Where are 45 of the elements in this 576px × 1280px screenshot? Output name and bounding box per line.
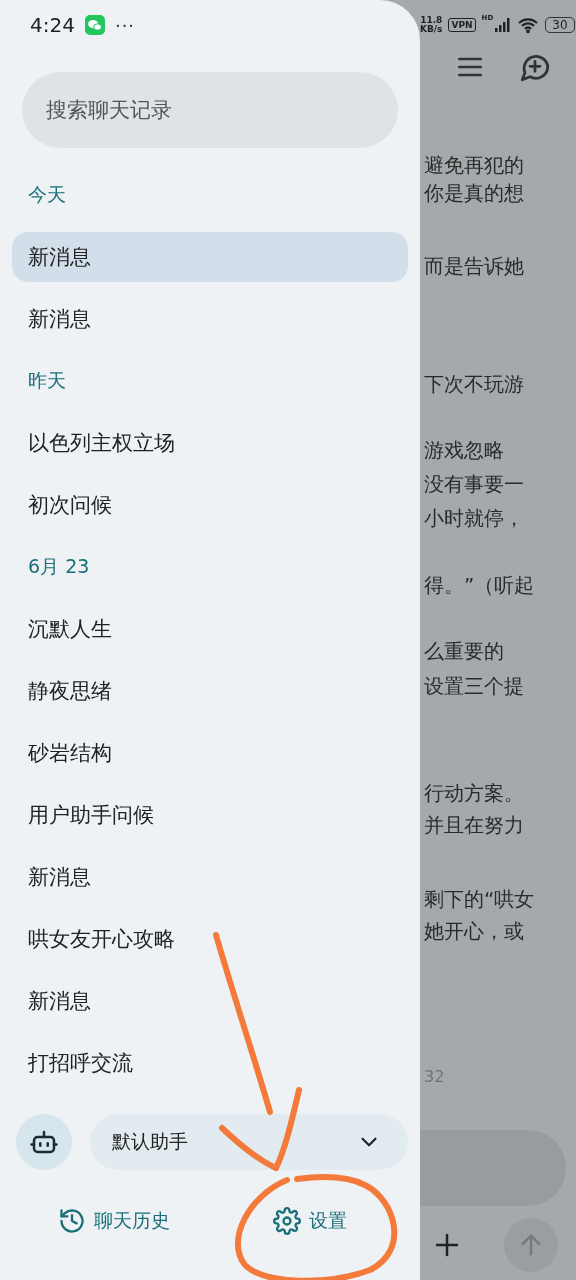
assistant-select[interactable]: 默认助手 [90, 1114, 408, 1170]
chat-text-line: 行动方案。 [423, 780, 525, 807]
chat-history-item[interactable]: 新消息 [12, 852, 408, 902]
chat-text-line: 并且在努力 [423, 812, 525, 839]
chat-text-line: 得。”（听起 [423, 572, 536, 599]
settings-button[interactable]: 设置 [212, 1199, 408, 1243]
chat-text-line: 避免再犯的 [423, 152, 525, 179]
chat-text-line: 么重要的 [423, 638, 505, 665]
chat-text-line: 没有事要一 [423, 471, 525, 498]
chat-text-line: 剩下的“哄女 [423, 886, 536, 913]
search-field[interactable]: 搜索聊天记录 [22, 72, 398, 148]
settings-icon [273, 1207, 301, 1235]
chat-text-line: 你是真的想 [423, 180, 525, 207]
chat-history-item[interactable]: 沉默人生 [12, 604, 408, 654]
chat-history-item[interactable]: 打招呼交流 [12, 1038, 408, 1088]
chat-text-line: 下次不玩游 [423, 371, 525, 398]
chat-text-line: 游戏忽略 [423, 437, 505, 464]
chat-history-item[interactable]: 哄女友开心攻略 [12, 914, 408, 964]
vpn-badge: VPN [448, 18, 476, 32]
signal-icon [495, 18, 512, 32]
chat-history-item[interactable]: 初次问候 [12, 480, 408, 530]
chat-text-line: 小时就停， [423, 505, 525, 532]
status-time: 4:24 [30, 13, 75, 37]
assistant-avatar[interactable] [16, 1114, 72, 1170]
chat-history-item[interactable]: 砂岩结构 [12, 728, 408, 778]
chat-history-button[interactable]: 聊天历史 [16, 1199, 212, 1243]
chat-app-icon [84, 15, 105, 35]
chat-history-item[interactable]: 静夜思绪 [12, 666, 408, 716]
chat-text-line: 她开心，或 [423, 918, 525, 945]
more-notifications: ··· [114, 14, 136, 36]
chat-history-item[interactable]: 新消息 [12, 294, 408, 344]
network-speed: 11.8 KB/s [420, 16, 443, 34]
chat-text-line: 设置三个提 [423, 673, 525, 700]
chat-history-item[interactable]: 以色列主权立场 [12, 418, 408, 468]
history-icon [58, 1207, 86, 1235]
chat-history-item[interactable]: 新消息 [12, 976, 408, 1026]
date-header: 今天 [27, 182, 67, 207]
chat-history-item[interactable]: 用户助手问候 [12, 790, 408, 840]
message-input-bar[interactable] [420, 1130, 566, 1206]
wifi-icon [517, 15, 540, 35]
battery-indicator: 30 [545, 17, 575, 33]
chat-text-line: 而是告诉她 [423, 253, 525, 280]
date-header: 6月 23 [27, 554, 91, 579]
chat-history-item[interactable]: 新消息 [12, 232, 408, 282]
date-header: 昨天 [27, 368, 67, 393]
